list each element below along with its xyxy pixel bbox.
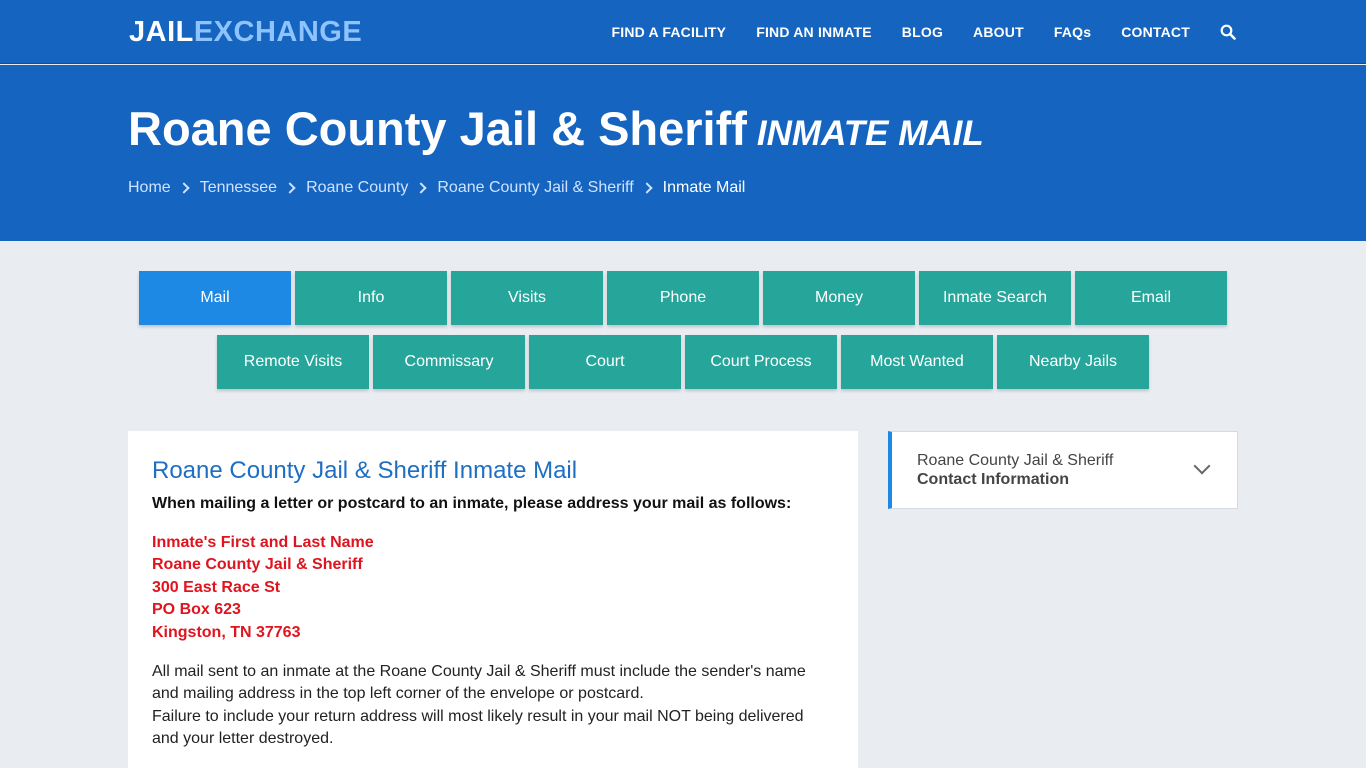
tab-visits[interactable]: Visits xyxy=(451,271,603,325)
facility-tabs-row-1: Mail Info Visits Phone Money Inmate Sear… xyxy=(0,271,1366,325)
address-line: Roane County Jail & Sheriff xyxy=(152,556,363,574)
chevron-right-icon xyxy=(415,182,428,194)
tab-email[interactable]: Email xyxy=(1075,271,1227,325)
mailing-address: Inmate's First and Last Name Roane Count… xyxy=(152,532,834,644)
logo-part-jail: JAIL xyxy=(129,16,194,48)
nav-find-facility[interactable]: FIND A FACILITY xyxy=(611,24,726,40)
tab-commissary[interactable]: Commissary xyxy=(373,335,525,389)
page-title-subtitle: Inmate Mail xyxy=(756,114,984,153)
breadcrumb-home[interactable]: Home xyxy=(128,179,171,197)
breadcrumb: Home Tennessee Roane County Roane County… xyxy=(128,179,745,197)
nav-faqs[interactable]: FAQs xyxy=(1054,24,1091,40)
main-nav: FIND A FACILITY FIND AN INMATE BLOG ABOU… xyxy=(581,0,1236,64)
mail-rules-paragraph: Failure to include your return address w… xyxy=(152,707,804,748)
tab-money[interactable]: Money xyxy=(763,271,915,325)
breadcrumb-county[interactable]: Roane County xyxy=(306,179,408,197)
contact-info-accordion[interactable]: Roane County Jail & Sheriff Contact Info… xyxy=(888,431,1238,509)
nav-find-inmate[interactable]: FIND AN INMATE xyxy=(756,24,872,40)
breadcrumb-current: Inmate Mail xyxy=(662,179,746,196)
accordion-title: Contact Information xyxy=(917,471,1069,488)
breadcrumb-state[interactable]: Tennessee xyxy=(200,179,277,197)
section-heading: Roane County Jail & Sheriff Inmate Mail xyxy=(152,457,578,484)
tab-most-wanted[interactable]: Most Wanted xyxy=(841,335,993,389)
tab-info[interactable]: Info xyxy=(295,271,447,325)
page-hero: Roane County Jail & Sheriff Inmate Mail H… xyxy=(0,65,1366,241)
tab-remote-visits[interactable]: Remote Visits xyxy=(217,335,369,389)
nav-about[interactable]: ABOUT xyxy=(973,24,1024,40)
inmate-mail-card: Roane County Jail & Sheriff Inmate Mail … xyxy=(128,431,858,768)
top-navbar: JAILEXCHANGE FIND A FACILITY FIND AN INM… xyxy=(0,0,1366,64)
breadcrumb-facility[interactable]: Roane County Jail & Sheriff xyxy=(437,179,633,197)
mail-rules: All mail sent to an inmate at the Roane … xyxy=(152,661,834,751)
site-logo[interactable]: JAILEXCHANGE xyxy=(129,15,362,49)
tab-inmate-search[interactable]: Inmate Search xyxy=(919,271,1071,325)
tab-nearby-jails[interactable]: Nearby Jails xyxy=(997,335,1149,389)
chevron-right-icon xyxy=(640,182,653,194)
mail-intro: When mailing a letter or postcard to an … xyxy=(152,495,792,512)
nav-contact[interactable]: CONTACT xyxy=(1121,24,1190,40)
logo-part-exchange: EXCHANGE xyxy=(193,16,363,48)
tab-mail[interactable]: Mail xyxy=(139,271,291,325)
accordion-facility-name: Roane County Jail & Sheriff xyxy=(917,452,1114,469)
mail-rules-paragraph: All mail sent to an inmate at the Roane … xyxy=(152,663,806,703)
chevron-right-icon xyxy=(178,182,190,194)
nav-blog[interactable]: BLOG xyxy=(902,24,943,40)
address-line: Inmate's First and Last Name xyxy=(152,534,374,551)
tab-court-process[interactable]: Court Process xyxy=(685,335,837,389)
tab-phone[interactable]: Phone xyxy=(607,271,759,325)
page-title: Roane County Jail & Sheriff Inmate Mail xyxy=(128,101,984,162)
facility-tabs-row-2: Remote Visits Commissary Court Court Pro… xyxy=(0,335,1366,389)
page-title-main: Roane County Jail & Sheriff xyxy=(128,102,747,155)
address-line: PO Box 623 xyxy=(152,601,241,619)
address-line: 300 East Race St xyxy=(152,578,281,596)
tab-court[interactable]: Court xyxy=(529,335,681,389)
chevron-right-icon xyxy=(284,182,296,194)
search-icon[interactable] xyxy=(1220,24,1236,40)
address-line: Kingston, TN 37763 xyxy=(152,623,301,641)
